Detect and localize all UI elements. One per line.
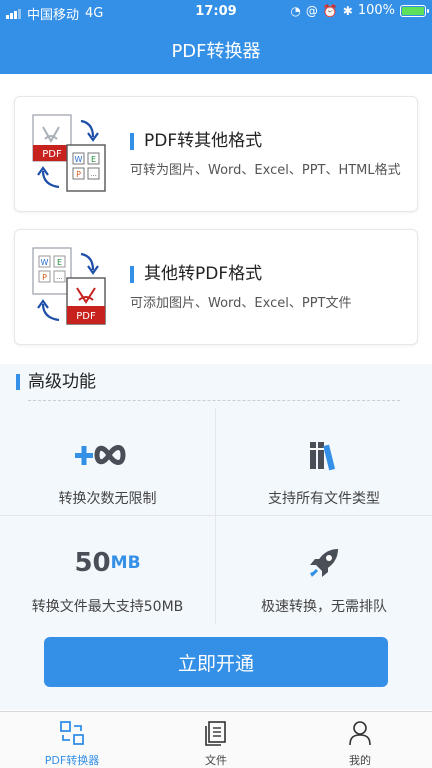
svg-text:E: E bbox=[91, 155, 96, 164]
tab-mine[interactable]: 我的 bbox=[288, 712, 432, 768]
converter-icon bbox=[0, 720, 144, 746]
pdf-to-office-icon: PDF W E P ... bbox=[32, 114, 106, 192]
svg-text:PDF: PDF bbox=[42, 149, 62, 160]
svg-text:PDF: PDF bbox=[76, 311, 96, 322]
feature-unlimited: 转换次数无限制 bbox=[0, 408, 216, 516]
books-icon bbox=[216, 438, 432, 472]
feature-fast: 极速转换，无需排队 bbox=[216, 516, 432, 624]
feature-label: 极速转换，无需排队 bbox=[261, 599, 387, 615]
rotation-lock-icon: ◔ bbox=[290, 3, 301, 18]
svg-text:W: W bbox=[41, 258, 49, 267]
tab-label: PDF转换器 bbox=[44, 754, 100, 767]
card-title: PDF转其他格式 bbox=[130, 133, 262, 150]
battery-percent: 100% bbox=[357, 3, 395, 18]
tab-bar: PDF转换器 文件 我的 bbox=[0, 711, 432, 768]
pdf-to-other-card[interactable]: PDF W E P ... PDF转其他格式 可转为图片、Word、Excel、… bbox=[14, 96, 418, 212]
feature-all-file-types: 支持所有文件类型 bbox=[216, 408, 432, 516]
bluetooth-icon: ✱ bbox=[342, 3, 353, 18]
page-title: PDF转换器 bbox=[171, 41, 261, 62]
status-bar: 中国移动 4G 17:09 ◔ @ ⏰ ✱ 100% bbox=[0, 0, 432, 24]
document-icon bbox=[144, 720, 288, 746]
status-right: ◔ @ ⏰ ✱ 100% bbox=[290, 3, 429, 18]
svg-text:W: W bbox=[75, 155, 83, 164]
battery-icon bbox=[400, 4, 429, 17]
card-title: 其他转PDF格式 bbox=[130, 266, 262, 283]
tab-label: 文件 bbox=[205, 754, 227, 767]
svg-text:P: P bbox=[42, 273, 47, 282]
card-desc: 可转为图片、Word、Excel、PPT、HTML格式 bbox=[130, 163, 401, 178]
activate-button[interactable]: 立即开通 bbox=[44, 637, 388, 687]
alarm-icon: ⏰ bbox=[322, 3, 338, 18]
user-icon bbox=[288, 720, 432, 746]
feature-label: 转换次数无限制 bbox=[58, 491, 157, 507]
size-value: 50 bbox=[74, 548, 111, 578]
office-to-pdf-icon: W E P ... PDF bbox=[32, 247, 106, 325]
plus-infinity-icon bbox=[0, 438, 215, 472]
section-title: 高级功能 bbox=[16, 374, 96, 391]
section-divider bbox=[28, 400, 400, 401]
feature-50mb: 50 MB 转换文件最大支持50MB bbox=[0, 516, 216, 624]
svg-text:E: E bbox=[57, 258, 62, 267]
rocket-icon bbox=[216, 546, 432, 580]
location-icon: @ bbox=[305, 3, 318, 18]
feature-label: 转换文件最大支持50MB bbox=[31, 599, 184, 615]
tab-files[interactable]: 文件 bbox=[144, 712, 288, 768]
svg-text:P: P bbox=[76, 170, 81, 179]
svg-text:...: ... bbox=[56, 273, 63, 281]
size-unit: MB bbox=[110, 553, 141, 573]
app-header: 中国移动 4G 17:09 ◔ @ ⏰ ✱ 100% PDF转换器 bbox=[0, 0, 432, 74]
other-to-pdf-card[interactable]: W E P ... PDF 其他转PDF格式 可添加图片、Word、Excel、… bbox=[14, 229, 418, 345]
card-desc: 可添加图片、Word、Excel、PPT文件 bbox=[130, 296, 352, 311]
battery-fill bbox=[402, 6, 424, 15]
tab-converter[interactable]: PDF转换器 bbox=[0, 712, 144, 768]
feature-label: 支持所有文件类型 bbox=[268, 491, 380, 507]
size-50mb-icon: 50 MB bbox=[0, 546, 215, 580]
svg-text:...: ... bbox=[90, 170, 97, 178]
tab-label: 我的 bbox=[349, 754, 371, 767]
